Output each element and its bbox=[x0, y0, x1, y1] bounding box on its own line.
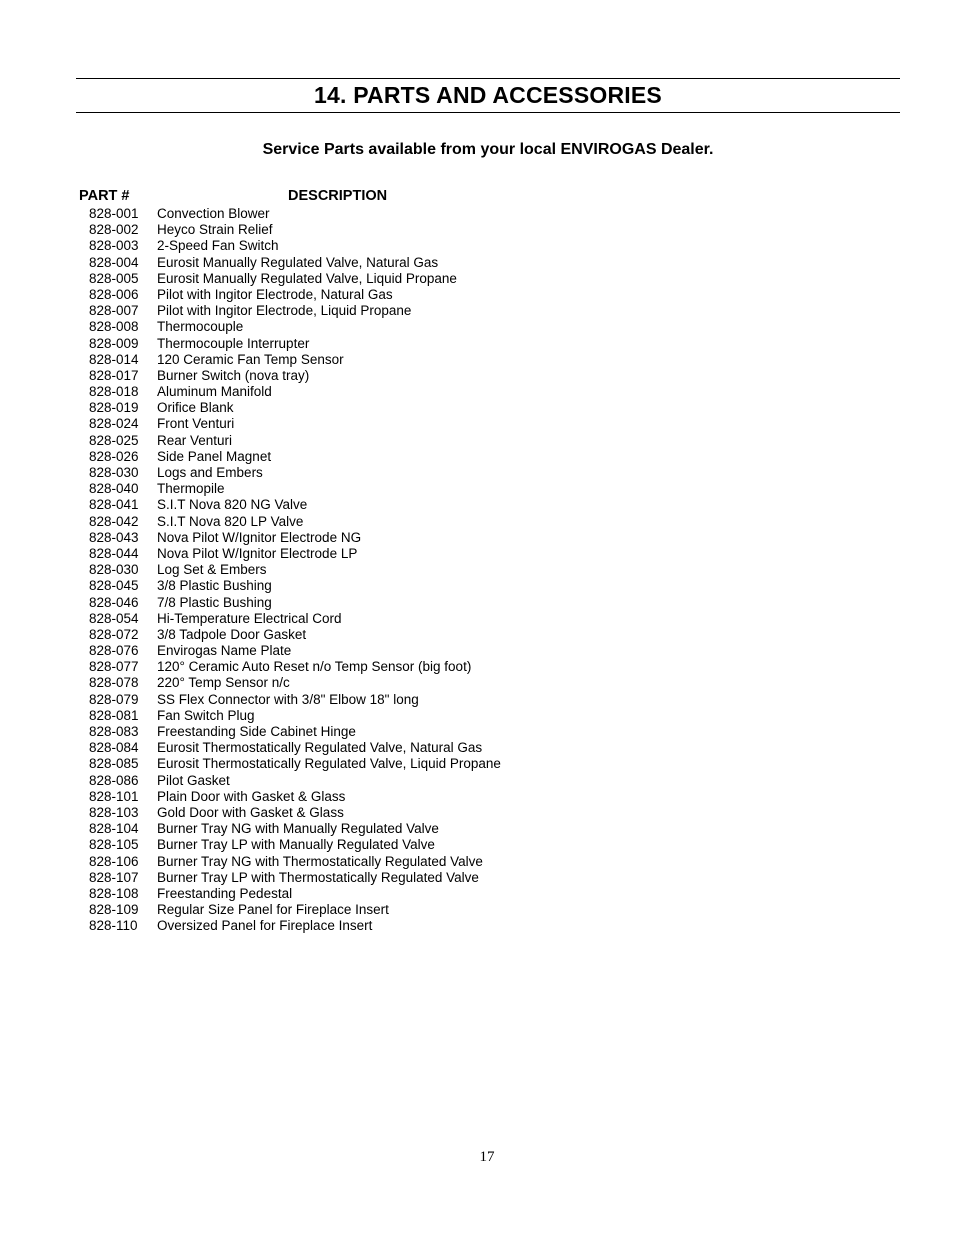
part-number: 828-107 bbox=[89, 869, 139, 885]
subtitle: Service Parts available from your local … bbox=[262, 141, 714, 158]
part-number: 828-086 bbox=[89, 772, 139, 788]
part-description: Hi-Temperature Electrical Cord bbox=[157, 610, 342, 626]
part-number: 828-019 bbox=[89, 400, 139, 416]
part-number: 828-008 bbox=[89, 319, 139, 335]
part-number: 828-104 bbox=[89, 821, 139, 837]
part-number: 828-025 bbox=[89, 432, 139, 448]
part-number: 828-024 bbox=[89, 416, 139, 432]
part-description: Convection Blower bbox=[157, 206, 270, 221]
part-description: Plain Door with Gasket & Glass bbox=[157, 788, 346, 804]
part-description: 120 Ceramic Fan Temp Sensor bbox=[157, 351, 344, 367]
part-description: Pilot Gasket bbox=[157, 772, 230, 788]
part-description: Orifice Blank bbox=[157, 400, 234, 416]
part-description: Burner Tray NG with Thermostatically Reg… bbox=[157, 853, 483, 869]
part-description: Freestanding Pedestal bbox=[157, 885, 293, 901]
part-number: 828-007 bbox=[89, 303, 139, 319]
title-rule-bottom bbox=[76, 112, 900, 113]
part-number: 828-042 bbox=[89, 513, 139, 529]
part-description: Logs and Embers bbox=[157, 465, 263, 480]
part-number: 828-083 bbox=[89, 724, 139, 739]
part-number: 828-081 bbox=[89, 707, 139, 723]
part-number: 828-046 bbox=[89, 594, 139, 610]
part-description: Pilot with Ingitor Electrode, Natural Ga… bbox=[157, 286, 393, 302]
part-number: 828-041 bbox=[89, 497, 139, 513]
part-number: 828-103 bbox=[89, 804, 139, 820]
part-description: Pilot with Ingitor Electrode, Liquid Pro… bbox=[157, 303, 412, 319]
part-description: Nova Pilot W/Ignitor Electrode NG bbox=[157, 529, 362, 545]
part-description: Rear Venturi bbox=[157, 432, 233, 448]
part-description: S.I.T Nova 820 LP Valve bbox=[157, 513, 304, 529]
part-description: Burner Switch (nova tray) bbox=[157, 367, 310, 383]
part-number: 828-040 bbox=[89, 481, 139, 497]
part-number: 828-076 bbox=[89, 643, 139, 659]
part-description: Heyco Strain Relief bbox=[157, 222, 273, 238]
part-number: 828-105 bbox=[89, 837, 139, 853]
part-number: 828-110 bbox=[89, 918, 138, 934]
part-number: 828-045 bbox=[89, 578, 139, 594]
part-number: 828-084 bbox=[89, 740, 139, 756]
part-description: Burner Tray NG with Manually Regulated V… bbox=[157, 821, 439, 837]
part-number: 828-003 bbox=[89, 238, 139, 254]
part-description: Gold Door with Gasket & Glass bbox=[157, 804, 344, 820]
part-number: 828-054 bbox=[89, 610, 139, 626]
part-description: Envirogas Name Plate bbox=[157, 643, 292, 659]
part-description: Nova Pilot W/Ignitor Electrode LP bbox=[157, 545, 358, 561]
part-number: 828-004 bbox=[89, 254, 139, 270]
description-header: DESCRIPTION bbox=[288, 188, 388, 204]
part-description: S.I.T Nova 820 NG Valve bbox=[157, 497, 308, 513]
part-description: Oversized Panel for Fireplace Insert bbox=[157, 918, 373, 934]
part-description: Eurosit Thermostatically Regulated Valve… bbox=[157, 740, 483, 756]
part-number: 828-009 bbox=[89, 335, 139, 351]
part-description: 3/8 Plastic Bushing bbox=[157, 578, 272, 594]
part-number: 828-072 bbox=[89, 626, 139, 642]
part-description: Freestanding Side Cabinet Hinge bbox=[157, 724, 356, 739]
part-description: Thermocouple bbox=[157, 319, 244, 335]
part-number: 828-030 bbox=[89, 562, 139, 578]
part-number: 828-030 bbox=[89, 465, 139, 480]
part-description: Log Set & Embers bbox=[157, 562, 267, 578]
part-number: 828-106 bbox=[89, 853, 139, 869]
part-number: 828-108 bbox=[89, 885, 139, 901]
page-number: 17 bbox=[479, 1149, 495, 1165]
part-number: 828-001 bbox=[89, 206, 139, 221]
part-description: Burner Tray LP with Manually Regulated V… bbox=[157, 837, 435, 853]
part-number: 828-109 bbox=[89, 902, 139, 918]
part-description: Aluminum Manifold bbox=[157, 384, 272, 400]
part-number: 828-014 bbox=[89, 351, 139, 367]
part-description: 120° Ceramic Auto Reset n/o Temp Sensor … bbox=[157, 659, 472, 675]
part-description: Fan Switch Plug bbox=[157, 707, 255, 723]
part-description: Side Panel Magnet bbox=[157, 448, 272, 464]
title-rule-top bbox=[76, 78, 900, 79]
part-number: 828-006 bbox=[89, 286, 139, 302]
part-number: 828-002 bbox=[89, 222, 139, 238]
part-description: Thermocouple Interrupter bbox=[157, 335, 310, 351]
part-description: 220° Temp Sensor n/c bbox=[157, 675, 290, 691]
part-description: Burner Tray LP with Thermostatically Reg… bbox=[157, 869, 479, 885]
part-description: 7/8 Plastic Bushing bbox=[157, 594, 272, 610]
part-description: Eurosit Thermostatically Regulated Valve… bbox=[157, 756, 501, 772]
part-description: Thermopile bbox=[157, 481, 225, 497]
part-description: SS Flex Connector with 3/8" Elbow 18" lo… bbox=[157, 691, 419, 707]
part-number: 828-026 bbox=[89, 448, 139, 464]
part-number: 828-043 bbox=[89, 529, 139, 545]
part-number: 828-017 bbox=[89, 367, 139, 383]
part-number: 828-079 bbox=[89, 691, 139, 707]
part-number: 828-078 bbox=[89, 675, 139, 691]
part-number-header: PART # bbox=[79, 188, 130, 204]
part-description: Eurosit Manually Regulated Valve, Liquid… bbox=[157, 270, 457, 286]
part-description: 3/8 Tadpole Door Gasket bbox=[157, 626, 307, 642]
section-title: 14. PARTS AND ACCESSORIES bbox=[314, 82, 662, 108]
part-description: Regular Size Panel for Fireplace Insert bbox=[157, 902, 389, 918]
part-number: 828-044 bbox=[89, 545, 139, 561]
part-description: 2-Speed Fan Switch bbox=[157, 238, 279, 254]
part-description: Front Venturi bbox=[157, 416, 235, 432]
part-number: 828-005 bbox=[89, 270, 139, 286]
part-number: 828-077 bbox=[89, 659, 139, 675]
part-number: 828-018 bbox=[89, 384, 139, 400]
part-description: Eurosit Manually Regulated Valve, Natura… bbox=[157, 254, 439, 270]
part-number: 828-085 bbox=[89, 756, 139, 772]
part-number: 828-101 bbox=[89, 788, 139, 804]
